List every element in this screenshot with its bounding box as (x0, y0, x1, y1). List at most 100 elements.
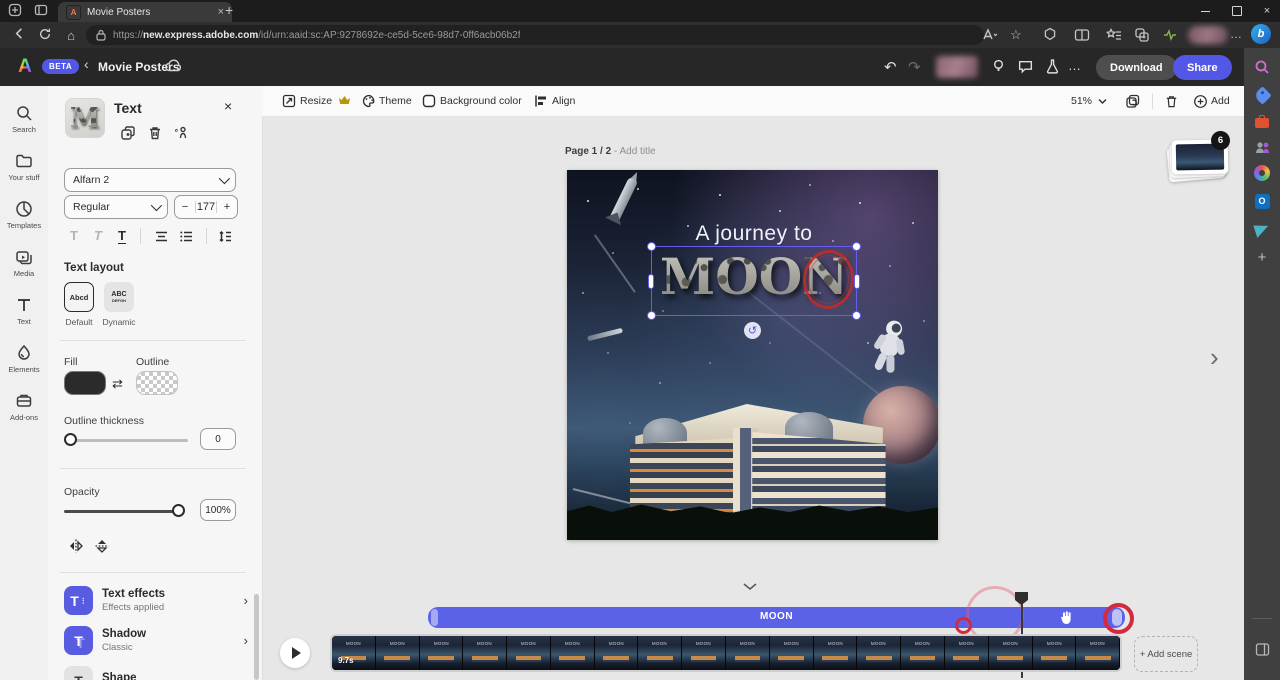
outline-thickness-value[interactable]: 0 (200, 428, 236, 450)
fill-color-swatch[interactable] (64, 371, 106, 395)
sidebar-outlook-icon[interactable]: O (1253, 192, 1271, 210)
background-color-button[interactable]: Background color (440, 95, 522, 107)
browser-essentials-icon[interactable] (1162, 27, 1179, 44)
text-effects-row[interactable]: T⋮ Text effects Effects applied › (60, 586, 250, 622)
tab-close-icon[interactable]: × (218, 6, 224, 18)
split-screen-icon[interactable] (1074, 27, 1091, 44)
undo-button[interactable]: ↶ (884, 58, 902, 76)
poster-canvas[interactable]: A journey to MOON ↺ (567, 170, 938, 540)
font-size-stepper[interactable]: − 177 + (174, 195, 238, 219)
delete-icon[interactable] (147, 125, 164, 142)
sidebar-add-icon[interactable]: + (1253, 248, 1271, 266)
opacity-slider[interactable] (64, 510, 184, 513)
timeline-filmstrip[interactable]: MOON MOON MOON MOON MOON MOON MOON MOON … (330, 634, 1122, 672)
back-button[interactable] (6, 26, 32, 44)
next-page-chevron[interactable]: › (1210, 342, 1219, 373)
theme-button[interactable]: Theme (379, 95, 412, 107)
experiments-icon[interactable] (1044, 58, 1062, 76)
align-button[interactable]: Align (552, 95, 575, 107)
selection-handle-se[interactable] (852, 311, 861, 320)
animate-icon[interactable] (173, 125, 190, 142)
resize-button[interactable]: Resize (300, 95, 332, 107)
opacity-knob[interactable] (172, 504, 185, 517)
collections-icon[interactable] (1106, 27, 1123, 44)
zoom-level[interactable]: 51% (1071, 95, 1092, 107)
outline-color-swatch[interactable] (136, 371, 178, 395)
shadow-row[interactable]: T Shadow Classic › (60, 626, 250, 662)
new-tab-button[interactable]: + (225, 2, 233, 18)
share-button[interactable]: Share (1173, 55, 1232, 80)
page-label[interactable]: Page 1 / 2 - Add title (565, 146, 656, 157)
tab-groups-icon[interactable] (1134, 27, 1151, 44)
add-page-icon[interactable] (1193, 94, 1207, 108)
browser-tab[interactable]: A Movie Posters × (58, 2, 232, 22)
italic-button[interactable]: T (94, 228, 102, 243)
sidebar-item-your-stuff[interactable]: Your stuff (0, 144, 48, 190)
sidebar-drop-icon[interactable] (1253, 220, 1271, 238)
flip-horizontal-icon[interactable] (68, 538, 84, 554)
selection-handle-nw[interactable] (647, 242, 656, 251)
panel-scrollbar[interactable] (254, 594, 259, 680)
read-aloud-icon[interactable] (982, 27, 999, 44)
duplicate-icon[interactable] (120, 125, 137, 142)
suggestions-icon[interactable] (990, 58, 1008, 76)
comment-icon[interactable] (1017, 58, 1035, 76)
tab-search-icon[interactable] (34, 3, 50, 19)
home-button[interactable]: ⌂ (58, 28, 84, 43)
outline-thickness-slider[interactable] (64, 439, 188, 442)
zoom-chevron-icon[interactable] (1098, 98, 1112, 112)
outline-thickness-knob[interactable] (64, 433, 77, 446)
sidebar-item-media[interactable]: Media (0, 240, 48, 286)
flip-vertical-icon[interactable] (94, 538, 110, 554)
play-button[interactable] (280, 638, 310, 668)
favorites-icon[interactable]: ☆ (1010, 27, 1027, 44)
font-size-value[interactable]: 177 (196, 201, 216, 213)
add-scene-button[interactable]: + Add scene (1134, 636, 1198, 672)
sidebar-item-templates[interactable]: Templates (0, 192, 48, 238)
rotate-handle[interactable]: ↺ (744, 322, 761, 339)
more-options-icon[interactable]: … (1068, 58, 1086, 76)
line-spacing-button[interactable] (218, 229, 233, 244)
extensions-icon[interactable] (1042, 27, 1059, 44)
text-align-button[interactable] (154, 229, 169, 244)
settings-menu-icon[interactable]: … (1230, 27, 1247, 44)
profile-avatar[interactable] (1188, 26, 1228, 44)
sidebar-people-icon[interactable] (1253, 138, 1271, 156)
shape-row[interactable]: T Shape › (60, 666, 250, 680)
font-family-select[interactable]: Alfarn 2 (64, 168, 236, 192)
sidebar-item-search[interactable]: Search (0, 96, 48, 142)
refresh-button[interactable] (32, 27, 58, 44)
selection-handle-w[interactable] (648, 274, 654, 289)
sidebar-item-add-ons[interactable]: Add-ons (0, 384, 48, 430)
adobe-express-logo[interactable]: A (14, 57, 36, 77)
delete-page-icon[interactable] (1164, 94, 1178, 108)
font-size-increase[interactable]: + (216, 201, 237, 213)
add-button[interactable]: Add (1211, 95, 1230, 107)
sidebar-search-icon[interactable] (1253, 58, 1271, 76)
panel-close-icon[interactable]: × (224, 98, 232, 114)
url-field[interactable]: https://new.express.adobe.com/id/urn:aai… (86, 25, 984, 45)
underline-button[interactable]: T (118, 228, 126, 244)
collapse-timeline-icon[interactable] (742, 582, 762, 594)
sidebar-item-elements[interactable]: Elements (0, 336, 48, 382)
download-button[interactable]: Download (1096, 55, 1177, 80)
sidebar-shopping-icon[interactable] (1253, 86, 1271, 104)
window-maximize-button[interactable] (1222, 0, 1252, 22)
sidebar-panel-icon[interactable] (1253, 640, 1271, 658)
selection-handle-e[interactable] (854, 274, 860, 289)
back-chevron[interactable]: ‹ (84, 56, 89, 72)
sidebar-tools-icon[interactable] (1253, 112, 1271, 130)
font-size-decrease[interactable]: − (175, 201, 196, 213)
reorder-pages-icon[interactable] (1125, 94, 1139, 108)
sidebar-designer-icon[interactable] (1253, 164, 1271, 182)
sidebar-item-text[interactable]: Text (0, 288, 48, 334)
window-close-button[interactable]: × (1252, 0, 1280, 22)
list-button[interactable] (179, 229, 194, 244)
workspaces-icon[interactable] (8, 3, 24, 19)
layout-default-tile[interactable]: Abcd (64, 282, 94, 312)
poster-subtitle-text[interactable]: A journey to (629, 222, 879, 246)
copilot-icon[interactable]: b (1251, 24, 1271, 44)
selection-handle-ne[interactable] (852, 242, 861, 251)
redo-button[interactable]: ↷ (908, 58, 926, 76)
bold-button[interactable]: T (70, 228, 78, 243)
